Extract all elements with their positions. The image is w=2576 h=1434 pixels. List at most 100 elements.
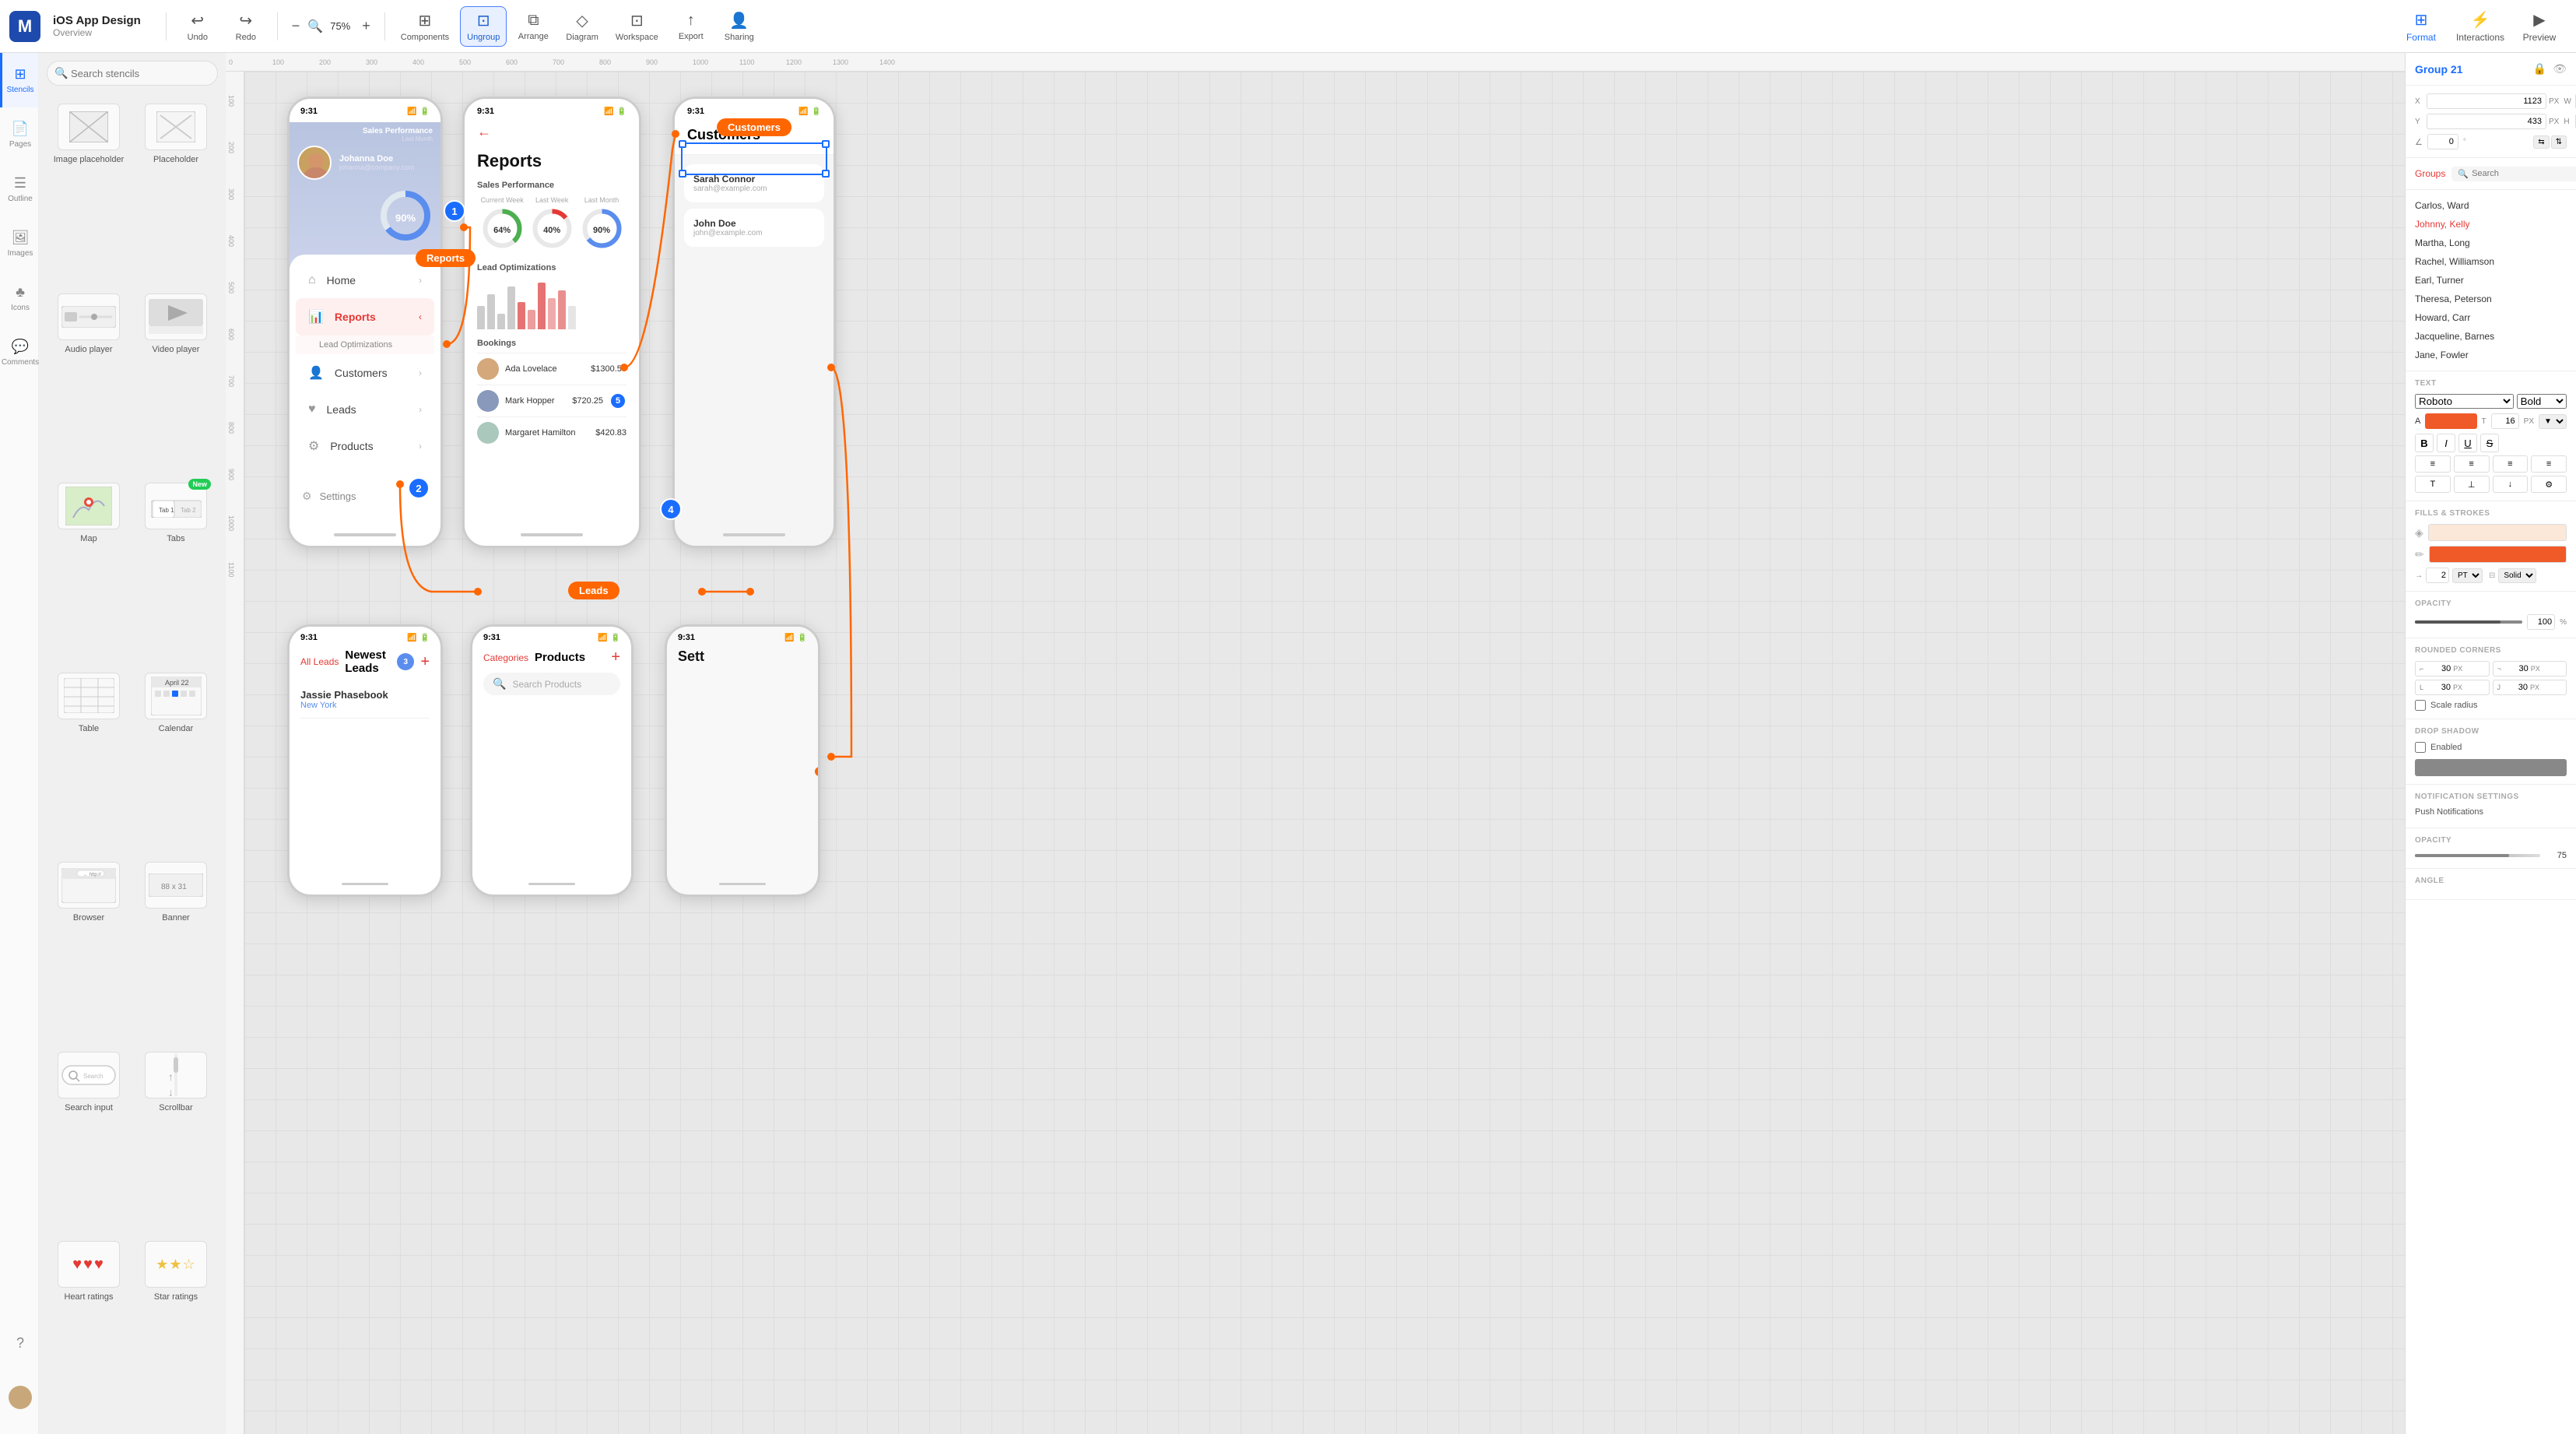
export-button[interactable]: ↑ Export [669, 6, 713, 47]
stencil-placeholder[interactable]: Placeholder [135, 104, 216, 287]
nav-item-user[interactable] [0, 1370, 38, 1425]
stencil-heart-ratings[interactable]: ♥♥♥ Heart ratings [48, 1241, 129, 1425]
stencil-video-player[interactable]: Video player [135, 293, 216, 477]
arrange-button[interactable]: ⧉ Arrange [511, 6, 555, 47]
opacity-slider[interactable] [2415, 620, 2522, 624]
name-item-8[interactable]: Jane, Fowler [2415, 347, 2567, 363]
bold-button[interactable]: B [2415, 434, 2434, 452]
name-item-6[interactable]: Howard, Carr [2415, 310, 2567, 325]
groups-search-input[interactable] [2472, 169, 2576, 178]
rc-field-br: J PX [2493, 680, 2567, 695]
stencil-tabs[interactable]: New Tab 1 Tab 2 Tabs [135, 483, 216, 666]
x-input[interactable] [2427, 93, 2546, 109]
align-center-button[interactable]: ≡ [2454, 455, 2490, 473]
fill-color-swatch[interactable] [2428, 524, 2567, 541]
stroke-width-input[interactable] [2426, 568, 2449, 583]
nav-item-comments[interactable]: 💬 Comments [0, 325, 38, 380]
name-item-3[interactable]: Rachel, Williamson [2415, 254, 2567, 269]
stencil-banner[interactable]: 88 x 31 Banner [135, 862, 216, 1046]
font-weight-select[interactable]: Bold [2517, 394, 2567, 409]
font-size-input[interactable] [2491, 413, 2519, 429]
zoom-plus-button[interactable]: + [357, 16, 375, 36]
stencil-search-input[interactable]: Search Search input [48, 1052, 129, 1235]
phone1-menu-customers[interactable]: 👤 Customers › [296, 354, 434, 392]
phone1-menu-reports[interactable]: 📊 Reports ‹ [296, 298, 434, 336]
name-item-4[interactable]: Earl, Turner [2415, 272, 2567, 288]
diagram-button[interactable]: ◇ Diagram [560, 6, 605, 47]
text-bottom-button[interactable]: ↓ [2493, 476, 2529, 493]
stencil-image-placeholder[interactable]: Image placeholder [48, 104, 129, 287]
scale-radius-checkbox[interactable] [2415, 700, 2426, 711]
rc-br-input[interactable] [2503, 683, 2528, 692]
zoom-control[interactable]: − 🔍 75% + [287, 16, 375, 36]
nav-item-outline[interactable]: ☰ Outline [0, 162, 38, 216]
stroke-style-select[interactable]: Solid [2498, 568, 2536, 583]
format-button[interactable]: ⊞ Format [2394, 6, 2448, 47]
nav-item-help[interactable]: ? [0, 1316, 38, 1370]
reports-menu-icon: 📊 [308, 309, 324, 325]
italic-button[interactable]: I [2437, 434, 2455, 452]
phone2-back-arrow[interactable]: ← [477, 124, 491, 140]
stencil-calendar[interactable]: April 22 Calendar [135, 673, 216, 856]
underline-button[interactable]: U [2458, 434, 2477, 452]
workspace-button[interactable]: ⊡ Workspace [609, 6, 665, 47]
scale-radius-check[interactable]: Scale radius [2415, 700, 2567, 711]
name-item-1[interactable]: Johnny, Kelly [2415, 216, 2567, 232]
redo-button[interactable]: ↪ Redo [224, 6, 268, 47]
fills-section-label: FILLS & STROKES [2415, 509, 2567, 518]
name-item-0[interactable]: Carlos, Ward [2415, 198, 2567, 213]
nav-item-icons[interactable]: ♣ Icons [0, 271, 38, 325]
name-item-5[interactable]: Theresa, Peterson [2415, 291, 2567, 307]
stencil-map[interactable]: Map [48, 483, 129, 666]
stencil-table[interactable]: Table [48, 673, 129, 856]
opacity-value-input[interactable] [2527, 614, 2555, 630]
color-bar-text[interactable] [2425, 413, 2476, 429]
shadow-enabled-checkbox[interactable] [2415, 742, 2426, 753]
phone1-menu-home[interactable]: ⌂ Home › [296, 262, 434, 298]
text-settings-button[interactable]: ⚙ [2531, 476, 2567, 493]
nav-item-images[interactable]: 🖼 Images [0, 216, 38, 271]
components-button[interactable]: ⊞ Components [395, 6, 455, 47]
flip-v-button[interactable]: ⇅ [2551, 135, 2567, 149]
stroke-color-swatch[interactable] [2429, 546, 2567, 563]
stencil-browser[interactable]: ← http:// Browser [48, 862, 129, 1046]
align-right-button[interactable]: ≡ [2493, 455, 2529, 473]
stencil-audio-player[interactable]: Audio player [48, 293, 129, 477]
stroke-unit-select[interactable]: PT [2452, 568, 2483, 583]
rc-tl-input[interactable] [2426, 664, 2451, 673]
ungroup-button[interactable]: ⊡ Ungroup [460, 6, 507, 47]
name-item-2[interactable]: Martha, Long [2415, 235, 2567, 251]
canvas-area[interactable]: 0 100 200 300 400 500 600 700 800 900 10… [226, 53, 2405, 1434]
stencils-search-input[interactable] [47, 61, 218, 86]
font-style-select[interactable]: ▼ [2539, 414, 2567, 429]
zoom-minus-button[interactable]: − [287, 16, 305, 36]
strikethrough-button[interactable]: S [2480, 434, 2499, 452]
text-top-button[interactable]: T [2415, 476, 2451, 493]
shadow-color-swatch[interactable] [2415, 759, 2567, 776]
name-item-7[interactable]: Jacqueline, Barnes [2415, 329, 2567, 344]
flip-h-button[interactable]: ⇆ [2533, 135, 2549, 149]
phone4-location: New York [300, 701, 430, 710]
align-left-button[interactable]: ≡ [2415, 455, 2451, 473]
y-input[interactable] [2427, 114, 2546, 129]
opacity2-slider[interactable] [2415, 854, 2540, 857]
stencil-label-tabs: Tabs [167, 534, 184, 543]
stencil-scrollbar[interactable]: ↑ ↓ Scrollbar [135, 1052, 216, 1235]
align-justify-button[interactable]: ≡ [2531, 455, 2567, 473]
interactions-button[interactable]: ⚡ Interactions [2450, 6, 2511, 47]
sharing-button[interactable]: 👤 Sharing [718, 6, 761, 47]
preview-button[interactable]: ▶ Preview [2512, 6, 2567, 47]
nav-item-pages[interactable]: 📄 Pages [0, 107, 38, 162]
shadow-enabled-check[interactable]: Enabled [2415, 742, 2567, 753]
text-middle-button[interactable]: ⊥ [2454, 476, 2490, 493]
rc-tr-input[interactable] [2504, 664, 2529, 673]
stencil-star-ratings[interactable]: ★★☆ Star ratings [135, 1241, 216, 1425]
undo-button[interactable]: ↩ Undo [176, 6, 219, 47]
angle-input[interactable] [2427, 134, 2458, 149]
phone1-menu-leads[interactable]: ♥ Leads › [296, 392, 434, 427]
nav-item-stencils[interactable]: ⊞ Stencils [0, 53, 38, 107]
phone1-menu-products[interactable]: ⚙ Products › [296, 427, 434, 465]
rc-field-tl: ⌐ PX [2415, 661, 2490, 677]
font-family-select[interactable]: Roboto [2415, 394, 2514, 409]
rc-bl-input[interactable] [2426, 683, 2451, 692]
